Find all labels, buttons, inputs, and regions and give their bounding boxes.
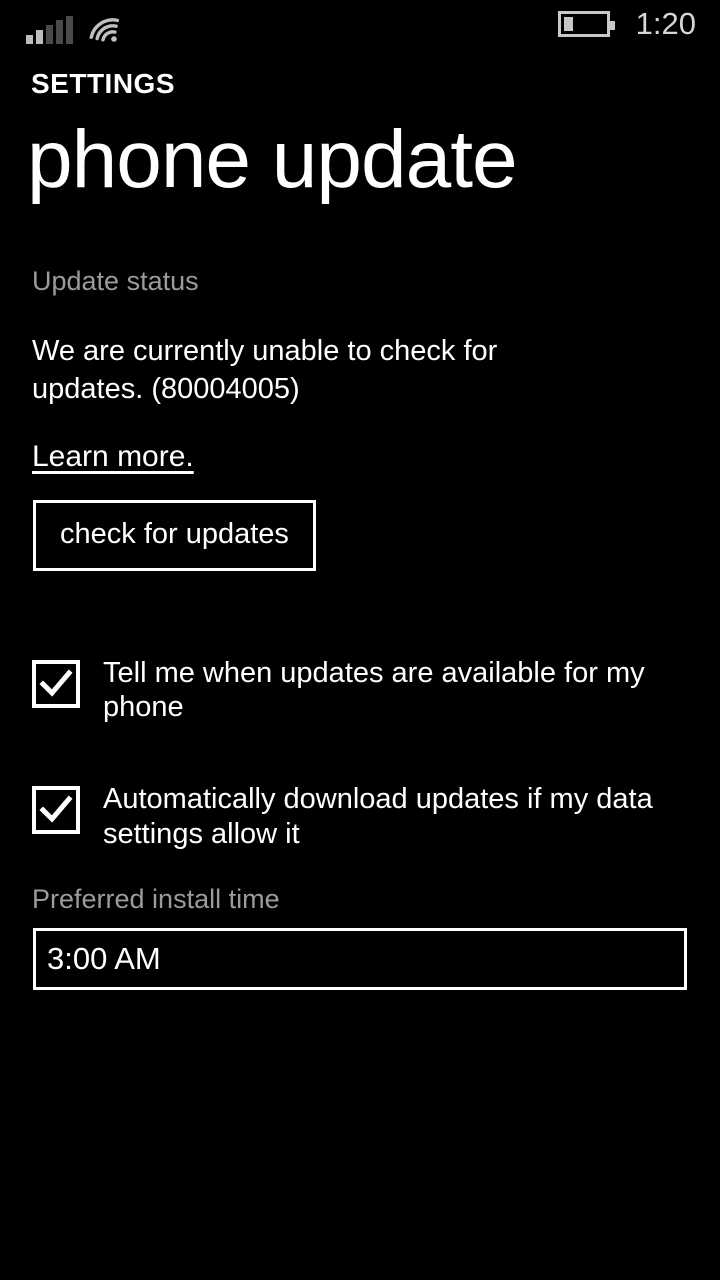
preferred-install-time-select[interactable]: 3:00 AM <box>33 927 687 990</box>
status-bar-left <box>26 10 121 44</box>
update-status-message: We are currently unable to check for upd… <box>32 335 498 406</box>
option-auto-download-updates[interactable]: Automatically download updates if my dat… <box>0 782 720 852</box>
main-content: Update status We are currently unable to… <box>0 268 720 990</box>
status-bar: 1:20 <box>0 0 720 54</box>
option-label: Tell me when updates are available for m… <box>103 656 645 724</box>
status-clock: 1:20 <box>635 6 696 41</box>
status-bar-right: 1:20 <box>557 6 696 41</box>
checkbox-checked-icon[interactable] <box>32 786 80 835</box>
option-notify-updates[interactable]: Tell me when updates are available for m… <box>0 656 720 726</box>
preferred-install-time-value: 3:00 AM <box>47 941 161 977</box>
update-options-list: Tell me when updates are available for m… <box>0 656 720 852</box>
preferred-install-time-label: Preferred install time <box>32 883 280 914</box>
checkbox-checked-icon[interactable] <box>32 659 80 708</box>
signal-bars-icon <box>26 16 73 44</box>
battery-icon <box>557 10 615 37</box>
option-label: Automatically download updates if my dat… <box>103 783 653 850</box>
app-title: SETTINGS <box>31 68 176 99</box>
phone-screen: 1:20 SETTINGS phone update Update status… <box>0 0 720 1280</box>
check-for-updates-button[interactable]: check for updates <box>33 499 316 571</box>
check-updates-row: check for updates <box>0 499 720 571</box>
page-title: phone update <box>27 114 518 205</box>
update-status-label: Update status <box>32 266 199 296</box>
wifi-icon <box>87 14 121 44</box>
learn-more-link[interactable]: Learn more. <box>32 441 194 472</box>
